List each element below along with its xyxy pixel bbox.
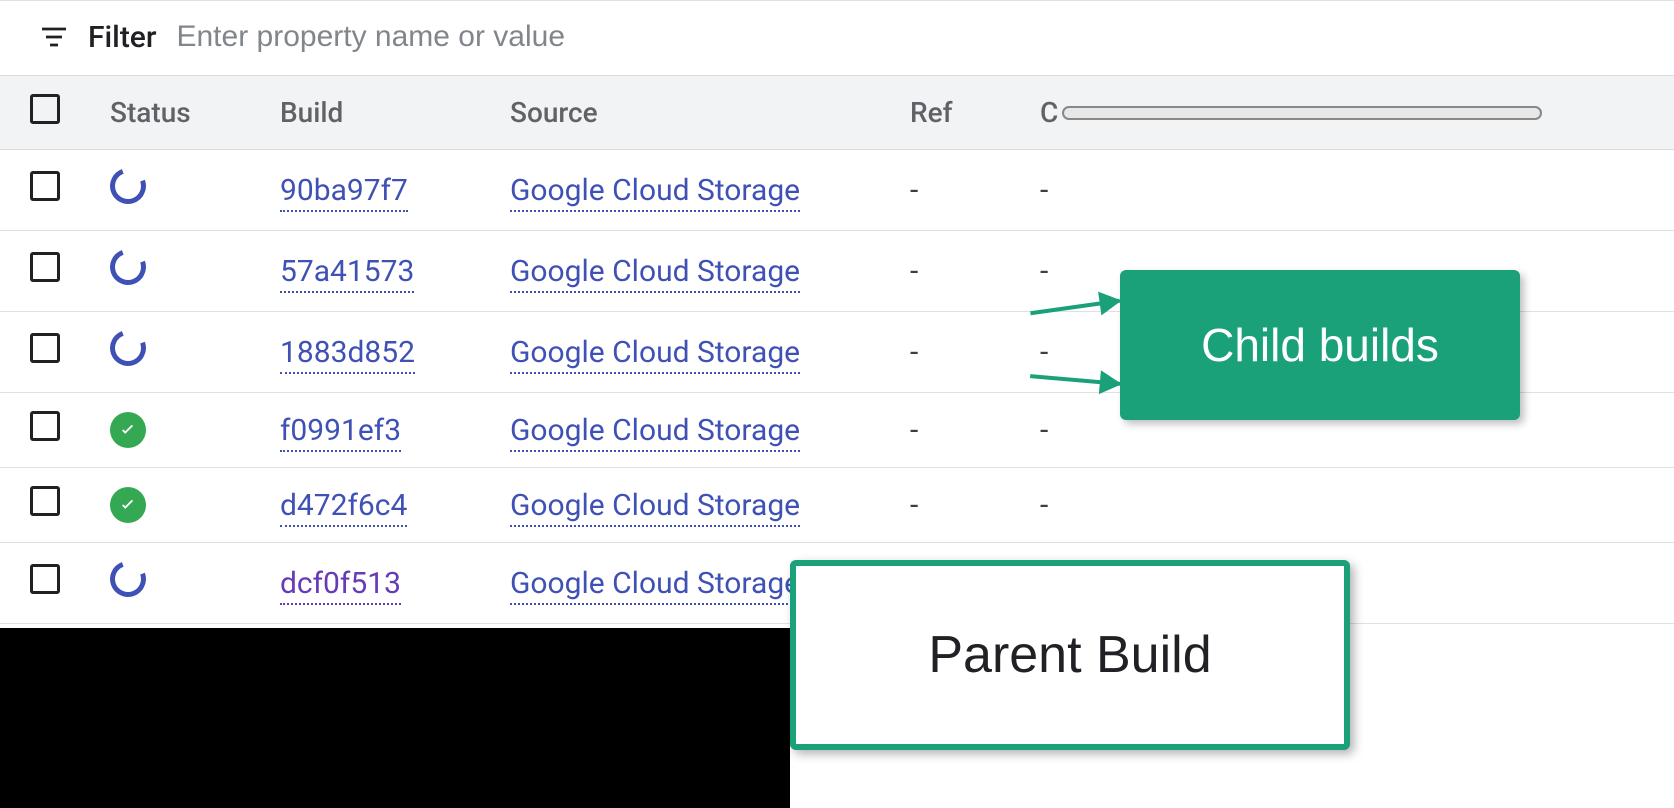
row-checkbox[interactable] bbox=[30, 252, 60, 282]
build-link[interactable]: dcf0f513 bbox=[280, 566, 401, 605]
row-checkbox[interactable] bbox=[30, 411, 60, 441]
spinner-icon bbox=[104, 162, 152, 210]
col-ref[interactable]: Ref bbox=[910, 76, 1040, 150]
build-link[interactable]: 90ba97f7 bbox=[280, 173, 408, 212]
build-link[interactable]: 57a41573 bbox=[280, 254, 414, 293]
source-link[interactable]: Google Cloud Storage bbox=[510, 173, 800, 212]
col-build[interactable]: Build bbox=[280, 76, 510, 150]
ref-cell: - bbox=[910, 231, 1040, 312]
spinner-icon bbox=[104, 324, 152, 372]
build-link[interactable]: 1883d852 bbox=[280, 335, 415, 374]
row-checkbox[interactable] bbox=[30, 486, 60, 516]
source-link[interactable]: Google Cloud Storage bbox=[510, 488, 800, 527]
table-header-row: Status Build Source Ref C bbox=[0, 76, 1674, 150]
select-all-checkbox[interactable] bbox=[30, 94, 60, 124]
row-checkbox[interactable] bbox=[30, 333, 60, 363]
c-cell: - bbox=[1040, 150, 1674, 231]
filter-icon bbox=[38, 21, 70, 53]
callout-child-builds: Child builds bbox=[1120, 270, 1520, 420]
source-link[interactable]: Google Cloud Storage bbox=[510, 566, 800, 605]
row-checkbox[interactable] bbox=[30, 564, 60, 594]
source-link[interactable]: Google Cloud Storage bbox=[510, 413, 800, 452]
success-icon bbox=[110, 412, 146, 448]
ref-cell: - bbox=[910, 468, 1040, 543]
build-link[interactable]: d472f6c4 bbox=[280, 488, 407, 527]
c-cell: - bbox=[1040, 468, 1674, 543]
table-row: d472f6c4 Google Cloud Storage -- bbox=[0, 468, 1674, 543]
horizontal-scrollbar[interactable] bbox=[1062, 106, 1542, 120]
col-status[interactable]: Status bbox=[110, 76, 280, 150]
spinner-icon bbox=[104, 555, 152, 603]
build-link[interactable]: f0991ef3 bbox=[280, 413, 401, 452]
col-c[interactable]: C bbox=[1040, 76, 1674, 150]
callout-child-text: Child builds bbox=[1201, 318, 1439, 372]
callout-parent-text: Parent Build bbox=[928, 625, 1211, 685]
filter-input[interactable] bbox=[174, 19, 1644, 55]
row-checkbox[interactable] bbox=[30, 171, 60, 201]
callout-parent-build: Parent Build bbox=[790, 560, 1350, 750]
ref-cell: - bbox=[910, 393, 1040, 468]
ref-cell: - bbox=[910, 150, 1040, 231]
col-c-label: C bbox=[1040, 96, 1058, 129]
spinner-icon bbox=[104, 243, 152, 291]
success-icon bbox=[110, 487, 146, 523]
black-region bbox=[0, 628, 790, 808]
table-row: 90ba97f7 Google Cloud Storage -- bbox=[0, 150, 1674, 231]
ref-cell: - bbox=[910, 312, 1040, 393]
filter-label: Filter bbox=[88, 20, 156, 55]
source-link[interactable]: Google Cloud Storage bbox=[510, 335, 800, 374]
source-link[interactable]: Google Cloud Storage bbox=[510, 254, 800, 293]
filter-bar: Filter bbox=[0, 0, 1674, 75]
col-source[interactable]: Source bbox=[510, 76, 910, 150]
